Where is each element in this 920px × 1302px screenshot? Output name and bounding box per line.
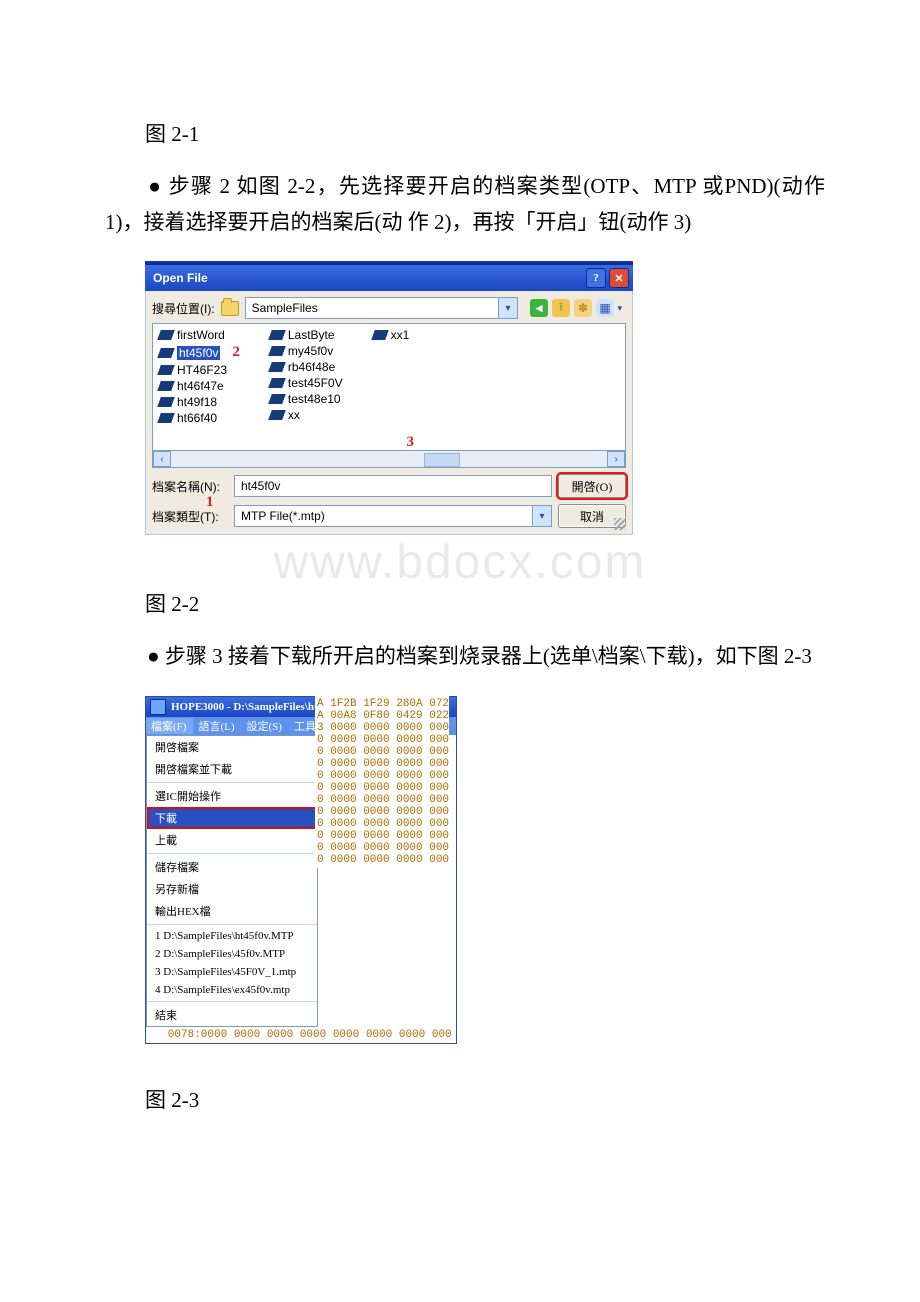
menu-item[interactable]: 另存新檔 [147,878,317,900]
file-list[interactable]: firstWord ht45f0v2 HT46F23 ht46f47e ht49… [152,323,626,451]
file-item[interactable]: xx1 [373,328,410,342]
file-icon [157,381,175,391]
open-button[interactable]: 開啓(O) [558,474,626,498]
caption-fig23: 图 2-3 [0,1084,920,1114]
paragraph-step3: ● 步骤 3 接着下载所开启的档案到烧录器上(选单\档案\下载)，如下图 2-3 [0,639,920,675]
file-menu-dropdown[interactable]: 開啓檔案 開啓檔案並下載 選IC開始操作 下載 上載 儲存檔案 另存新檔 輸出H… [146,735,318,1027]
view-icon[interactable]: ▦ [596,299,614,317]
file-icon [157,413,175,423]
up-icon[interactable]: ⭱ [552,299,570,317]
file-icon [268,410,286,420]
menu-item[interactable]: 輸出HEX檔 [147,900,317,922]
file-icon [157,365,175,375]
menu-item-recent[interactable]: 4 D:\SampleFiles\ex45f0v.mtp [147,981,317,999]
menu-item-recent[interactable]: 2 D:\SampleFiles\45f0v.MTP [147,945,317,963]
filename-input[interactable]: ht45f0v [234,475,552,497]
menu-lang[interactable]: 語言(L) [193,718,241,734]
file-icon [268,346,286,356]
filetype-label: 档案類型(T): 1 [152,508,228,525]
file-item[interactable]: test45F0V [270,376,343,390]
paragraph-step3-text: ● 步骤 3 接着下载所开启的档案到烧录器上(选单\档案\下载)，如下图 2-3 [147,644,812,668]
filename-label: 档案名稱(N): [152,478,228,495]
new-folder-icon[interactable]: ✽ [574,299,592,317]
file-icon [268,362,286,372]
filetype-combo[interactable]: MTP File(*.mtp) ▾ [234,505,552,527]
file-item[interactable]: LastByte [270,328,343,342]
watermark: www.bdocx.com [0,535,920,590]
app-icon [150,699,166,715]
file-icon [157,348,175,358]
file-item[interactable]: my45f0v [270,344,343,358]
back-icon[interactable]: ◄ [530,299,548,317]
file-item[interactable]: ht66f40 [159,411,240,425]
file-icon [157,397,175,407]
annotation-2: 2 [232,344,240,361]
file-item[interactable]: rb46f48e [270,360,343,374]
scroll-right[interactable]: › [607,451,625,467]
menu-item[interactable]: 選IC開始操作 [147,785,317,807]
file-item[interactable]: ht46f47e [159,379,240,393]
close-button[interactable]: ✕ [609,268,629,288]
scroll-thumb[interactable] [424,453,460,467]
file-item[interactable]: HT46F23 [159,363,240,377]
menu-item-recent[interactable]: 3 D:\SampleFiles\45F0V_1.mtp [147,963,317,981]
file-icon [268,394,286,404]
hex-row-bottom: 0078:0000 0000 0000 0000 0000 0000 0000 … [146,1027,456,1043]
menu-item-recent[interactable]: 1 D:\SampleFiles\ht45f0v.MTP [147,927,317,945]
file-icon [268,330,286,340]
menu-item[interactable]: 開啓檔案並下載 [147,758,317,780]
file-item[interactable]: ht49f18 [159,395,240,409]
file-item[interactable]: xx [270,408,343,422]
dialog-title: Open File [153,271,208,285]
hope3000-window: HOPE3000 - D:\SampleFiles\ht45f0v.MTP 檔案… [145,696,457,1044]
scroll-left[interactable]: ‹ [153,451,171,467]
menu-item[interactable]: 儲存檔案 [147,856,317,878]
help-button[interactable]: ? [586,268,606,288]
caption-fig21: 图 2-1 [0,118,920,148]
menu-file[interactable]: 檔案(F) [146,718,193,734]
annotation-3: 3 [406,434,414,451]
open-file-dialog: Open File ? ✕ 搜尋位置(I): SampleFiles ▾ ◄ [145,261,633,535]
chevron-down-icon[interactable]: ▾ [532,506,551,526]
menu-item-download[interactable]: 下載 [147,807,317,829]
file-icon [371,330,389,340]
file-icon [157,330,175,340]
file-item[interactable]: firstWord [159,328,240,342]
file-item[interactable]: test48e10 [270,392,343,406]
look-in-label: 搜尋位置(I): [152,300,215,317]
menu-settings[interactable]: 設定(S) [242,718,289,734]
hex-view: A 1F2B 1F29 280A 072 A 00A8 0F80 0429 02… [315,696,449,868]
paragraph-step2-text: ● 步骤 2 如图 2-2，先选择要开启的档案类型(OTP、MTP 或PND)(… [105,174,825,234]
annotation-1: 1 [206,494,214,511]
dialog-titlebar: Open File ? ✕ [145,265,633,291]
paragraph-step2: ● 步骤 2 如图 2-2，先选择要开启的档案类型(OTP、MTP 或PND)(… [0,169,920,240]
file-item-selected[interactable]: ht45f0v2 [159,344,240,361]
menu-item[interactable]: 開啓檔案 [147,736,317,758]
file-icon [268,378,286,388]
look-in-combo[interactable]: SampleFiles ▾ [245,297,518,319]
look-in-value: SampleFiles [252,301,318,315]
h-scrollbar[interactable]: ‹ 3 › [152,451,626,468]
menu-item-exit[interactable]: 結束 [147,1004,317,1026]
chevron-down-icon[interactable]: ▾ [498,298,517,318]
menu-item[interactable]: 上載 [147,829,317,851]
folder-icon [221,301,239,316]
caption-fig22: 图 2-2 [0,588,920,618]
